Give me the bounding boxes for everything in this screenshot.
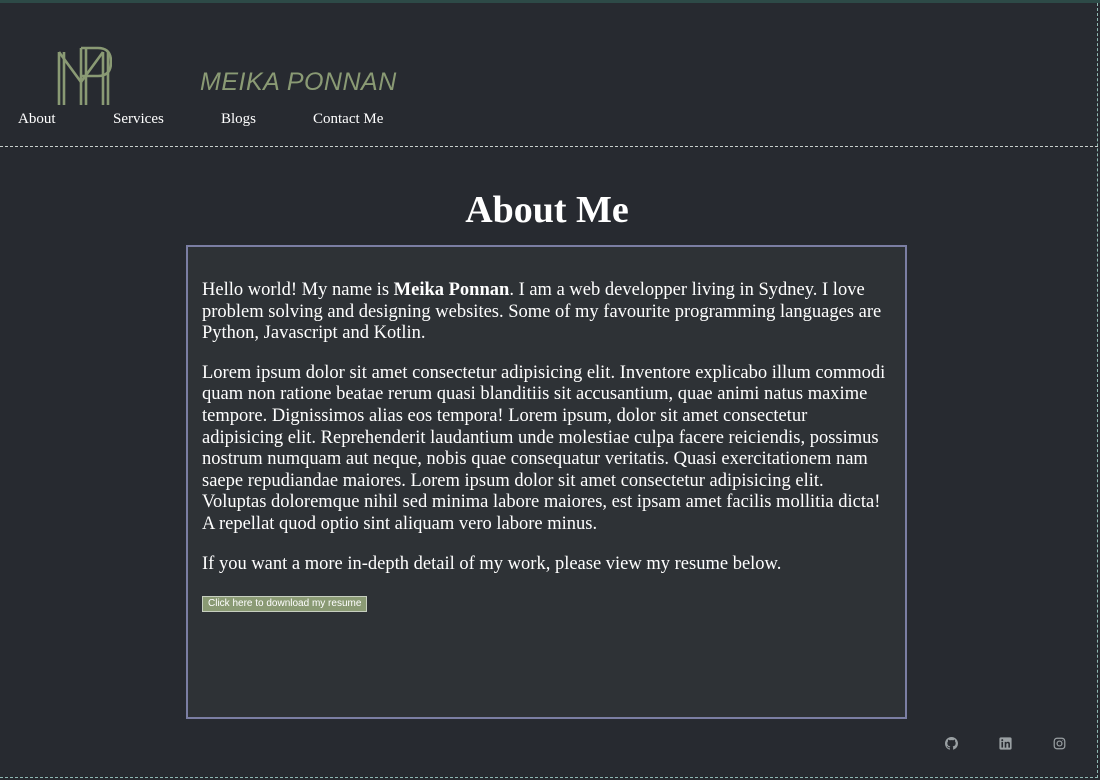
nav-item-blogs[interactable]: Blogs: [221, 111, 256, 128]
nav-item-about[interactable]: About: [18, 111, 56, 128]
nav-item-services[interactable]: Services: [113, 111, 164, 128]
about-card: Hello world! My name is Meika Ponnan. I …: [186, 245, 907, 719]
nav-item-contact-me[interactable]: Contact Me: [313, 111, 383, 128]
instagram-icon[interactable]: [1053, 737, 1067, 751]
github-icon[interactable]: [945, 737, 959, 751]
linkedin-icon[interactable]: [999, 737, 1013, 751]
intro-text-start: Hello world! My name is: [202, 280, 394, 300]
site-header: MEIKA PONNAN About Services Blogs Contac…: [0, 0, 1098, 147]
page-title: About Me: [465, 189, 629, 231]
brand-name: MEIKA PONNAN: [200, 68, 397, 96]
author-name: Meika Ponnan: [393, 280, 510, 300]
download-resume-button[interactable]: Click here to download my resume: [202, 596, 368, 613]
mp-monogram-icon[interactable]: [56, 46, 113, 108]
intro-paragraph: Hello world! My name is Meika Ponnan. I …: [202, 280, 891, 345]
resume-note: If you want a more in-depth detail of my…: [202, 553, 782, 574]
lorem-paragraph: Lorem ipsum dolor sit amet consectetur a…: [202, 362, 886, 534]
